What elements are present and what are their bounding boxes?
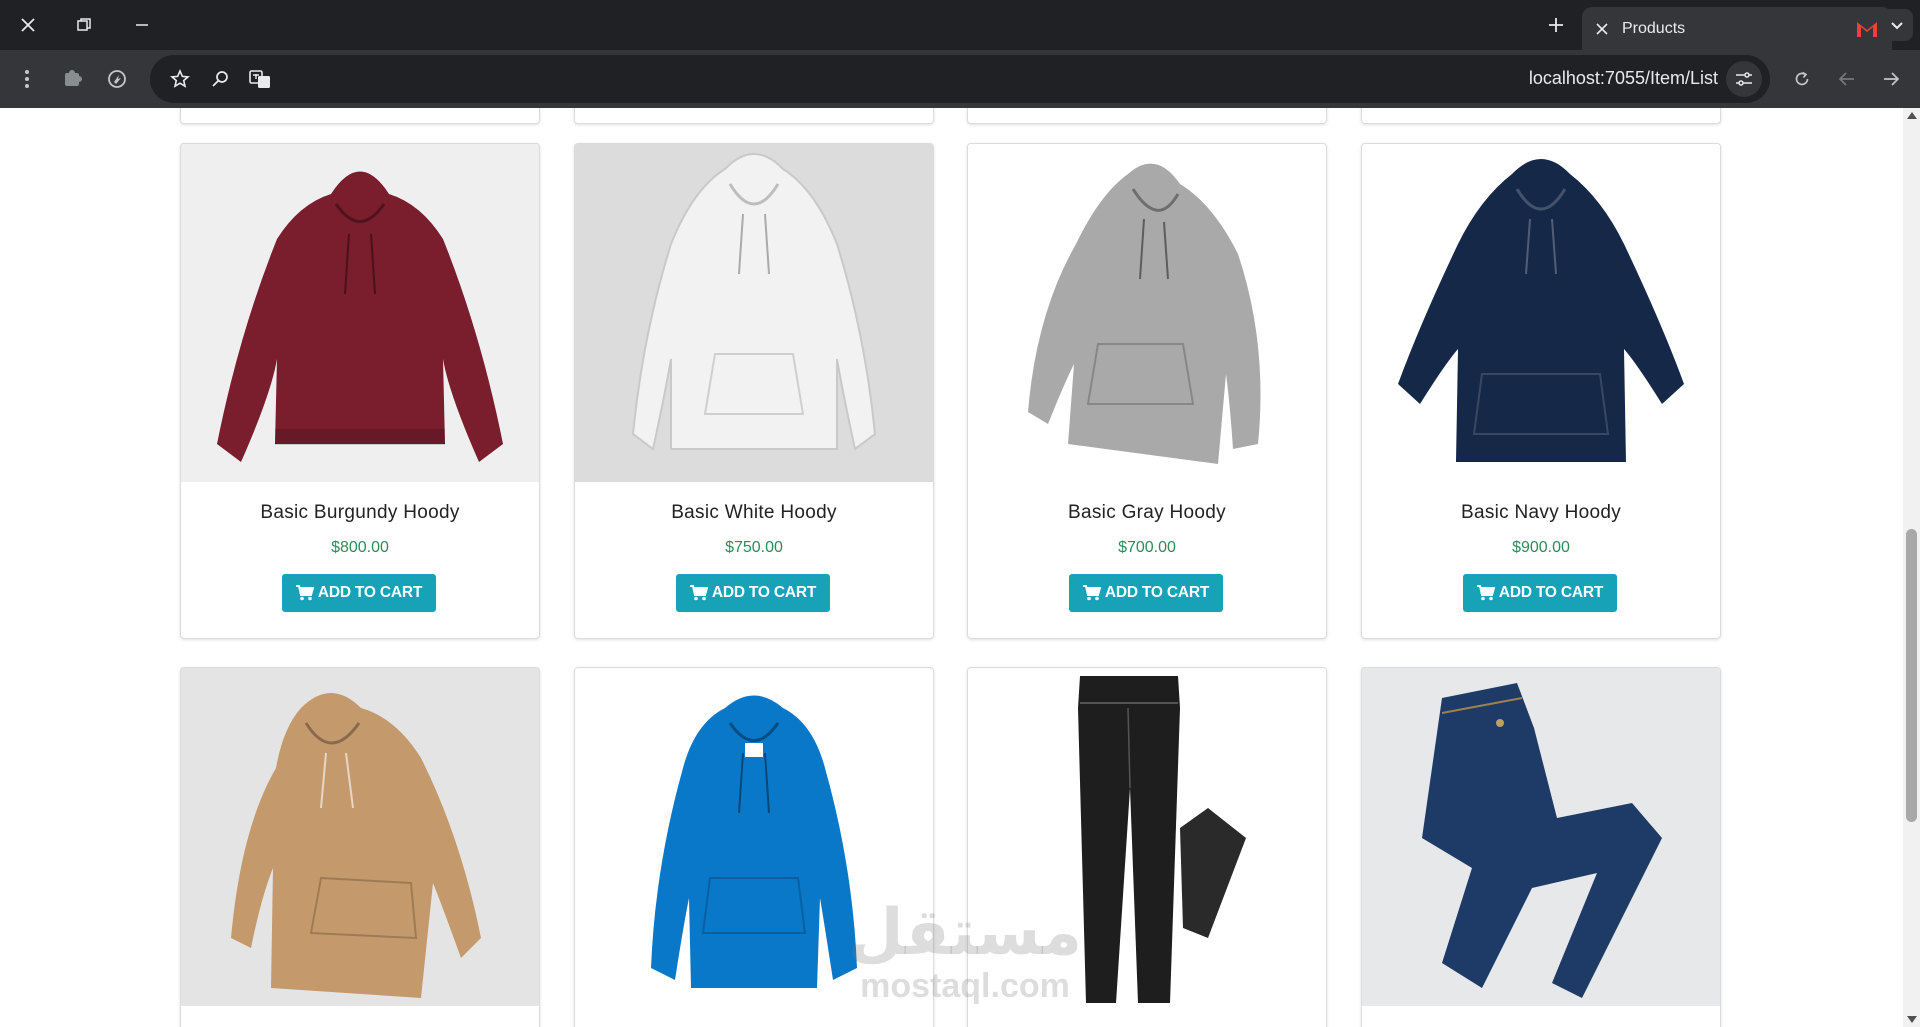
product-name[interactable]: Basic White Hoody: [575, 502, 933, 524]
close-window-button[interactable]: [8, 7, 48, 43]
page-scrollbar[interactable]: [1903, 108, 1920, 1027]
tab-products[interactable]: Products: [1582, 7, 1892, 50]
product-card-partial: [574, 108, 934, 124]
product-price: $900.00: [1512, 539, 1570, 556]
extension-button[interactable]: [55, 61, 91, 97]
kebab-menu-icon: [25, 70, 29, 88]
product-price: $800.00: [331, 539, 389, 556]
url-text[interactable]: localhost:7055/Item/List: [1529, 68, 1718, 89]
translate-icon: [249, 70, 270, 88]
product-image[interactable]: [575, 144, 933, 482]
scroll-up-arrow-icon[interactable]: [1907, 112, 1917, 119]
add-to-cart-button[interactable]: ADD TO CART: [1069, 574, 1223, 612]
add-to-cart-label: ADD TO CART: [1104, 584, 1210, 601]
arrow-right-icon: [1884, 72, 1900, 86]
site-settings-button[interactable]: [1726, 61, 1762, 97]
add-to-cart-button[interactable]: ADD TO CART: [1463, 574, 1617, 612]
product-image[interactable]: [968, 144, 1326, 482]
add-to-cart-label: ADD TO CART: [711, 584, 817, 601]
restore-icon: [77, 18, 91, 31]
shopping-cart-icon: [1476, 585, 1495, 601]
reload-icon: [1795, 71, 1809, 86]
product-image[interactable]: [181, 668, 539, 1006]
scrollbar-thumb[interactable]: [1906, 529, 1917, 822]
product-image[interactable]: [181, 144, 539, 482]
tab-search-button[interactable]: [1881, 9, 1913, 41]
performance-button[interactable]: [99, 61, 135, 97]
address-bar[interactable]: localhost:7055/Item/List: [150, 55, 1770, 103]
menu-button[interactable]: [9, 61, 45, 97]
reload-button[interactable]: [1784, 61, 1820, 97]
star-icon: [170, 69, 190, 88]
shopping-cart-icon: [295, 585, 314, 601]
product-card: Basic White Hoody $750.00 ADD TO CART: [574, 143, 934, 639]
new-tab-button[interactable]: [1536, 7, 1576, 43]
tune-icon: [1736, 72, 1752, 86]
speedometer-icon: [108, 70, 126, 88]
magnifier-icon: [212, 71, 228, 87]
product-card: [574, 667, 934, 1027]
tab-title: Products: [1622, 19, 1686, 37]
minimize-icon: [136, 24, 148, 26]
product-card: Basic Gray Hoody $700.00 ADD TO CART: [967, 143, 1327, 639]
product-price: $750.00: [725, 539, 783, 556]
product-card-partial: [1361, 108, 1721, 124]
product-price: $700.00: [1118, 539, 1176, 556]
shopping-cart-icon: [689, 585, 708, 601]
product-name[interactable]: Basic Burgundy Hoody: [181, 502, 539, 524]
add-to-cart-label: ADD TO CART: [317, 584, 423, 601]
minimize-window-button[interactable]: [122, 7, 162, 43]
close-icon: [21, 18, 35, 32]
tab-strip: Products: [0, 0, 1920, 50]
product-card: [967, 667, 1327, 1027]
back-button[interactable]: [1829, 61, 1865, 97]
product-image[interactable]: [1362, 144, 1720, 482]
product-card: [180, 667, 540, 1027]
gmail-favicon-icon: [1857, 21, 1877, 37]
forward-button[interactable]: [1873, 61, 1909, 97]
extension-puzzle-icon: [65, 70, 82, 86]
page-viewport: Basic Burgundy Hoody $800.00 ADD TO CART…: [0, 108, 1920, 1027]
chevron-down-icon: [1891, 22, 1903, 30]
product-name[interactable]: Basic Gray Hoody: [968, 502, 1326, 524]
add-to-cart-button[interactable]: ADD TO CART: [676, 574, 830, 612]
zoom-button[interactable]: [202, 61, 238, 97]
shopping-cart-icon: [1082, 585, 1101, 601]
bookmark-button[interactable]: [162, 61, 198, 97]
arrow-left-icon: [1838, 72, 1854, 86]
product-image[interactable]: [968, 668, 1326, 1006]
product-card-partial: [967, 108, 1327, 124]
product-card-partial: [180, 108, 540, 124]
product-card: [1361, 667, 1721, 1027]
product-name[interactable]: Basic Navy Hoody: [1362, 502, 1720, 524]
product-image[interactable]: [575, 668, 933, 1006]
product-card: Basic Burgundy Hoody $800.00 ADD TO CART: [180, 143, 540, 639]
restore-window-button[interactable]: [64, 7, 104, 43]
product-card: Basic Navy Hoody $900.00 ADD TO CART: [1361, 143, 1721, 639]
translate-button[interactable]: [242, 61, 278, 97]
plus-icon: [1549, 18, 1563, 32]
add-to-cart-button[interactable]: ADD TO CART: [282, 574, 436, 612]
tab-close-icon[interactable]: [1596, 22, 1608, 35]
product-image[interactable]: [1362, 668, 1720, 1006]
scroll-down-arrow-icon[interactable]: [1907, 1016, 1917, 1023]
add-to-cart-label: ADD TO CART: [1498, 584, 1604, 601]
